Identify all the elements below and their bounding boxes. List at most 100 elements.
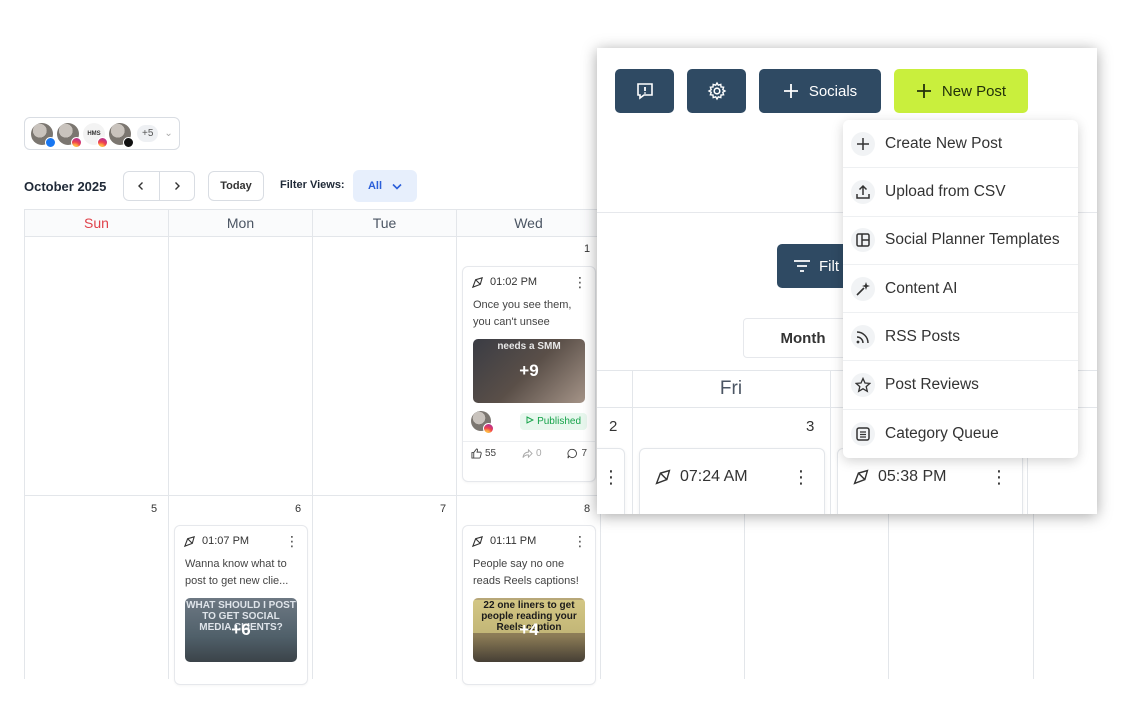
more-vertical-icon[interactable]: ⋮ — [285, 533, 299, 550]
account-selector[interactable]: HMS +5 ⌄ — [24, 117, 180, 150]
menu-item-post-reviews[interactable]: Post Reviews — [843, 361, 1078, 410]
filter-icon — [794, 260, 810, 272]
thumbnail-caption: needs a SMM — [497, 341, 561, 352]
day-number: 7 — [440, 503, 447, 515]
grid-line — [830, 370, 831, 514]
post-type-icon — [183, 535, 195, 547]
status-badge: Published — [520, 412, 587, 430]
post-card[interactable]: 01:11 PM ⋮ People say no one reads Reels… — [462, 525, 596, 685]
media-count: +4 — [519, 620, 539, 639]
new-post-label: New Post — [941, 82, 1007, 100]
more-vertical-icon[interactable]: ⋮ — [573, 274, 587, 291]
menu-item-content-ai[interactable]: Content AI — [843, 265, 1078, 314]
new-post-dropdown: Create New Post Upload from CSV Social P… — [843, 120, 1078, 458]
post-card[interactable]: 07:24 AM ⋮ — [639, 448, 825, 514]
weekday-fri: Fri — [719, 378, 743, 399]
like-icon — [471, 448, 482, 459]
menu-item-upload-from-csv[interactable]: Upload from CSV — [843, 168, 1078, 217]
post-card-partial[interactable]: ⋮ — [597, 448, 625, 514]
add-socials-button[interactable]: Socials — [759, 69, 881, 113]
post-time: 01:02 PM — [490, 276, 538, 288]
grid-line — [24, 237, 25, 679]
zoomed-panel: Socials New Post Filt Month Fri 2 3 ⋮ 07… — [597, 48, 1097, 514]
menu-item-social-planner-templates[interactable]: Social Planner Templates — [843, 217, 1078, 265]
feedback-icon — [636, 83, 653, 100]
menu-item-label: Social Planner Templates — [885, 231, 1060, 249]
post-thumbnail[interactable]: needs a SMM +9 — [473, 339, 585, 403]
post-thumbnail[interactable]: WHAT SHOULD I POST TO GET SOCIAL MEDIA C… — [185, 598, 297, 662]
day-number: 2 — [609, 418, 618, 435]
post-type-icon — [471, 535, 483, 547]
facebook-icon — [45, 136, 56, 148]
menu-item-category-queue[interactable]: Category Queue — [843, 410, 1078, 458]
day-number: 1 — [584, 243, 591, 255]
more-vertical-icon[interactable]: ⋮ — [602, 467, 620, 488]
plus-icon — [916, 84, 931, 98]
post-card[interactable]: 01:02 PM ⋮ Once you see them, you can't … — [462, 266, 596, 482]
likes-stat: 55 — [471, 448, 496, 459]
feedback-button[interactable] — [615, 69, 674, 113]
menu-item-rss-posts[interactable]: RSS Posts — [843, 313, 1078, 362]
star-icon — [851, 373, 875, 398]
filter-button-label: Filt — [819, 257, 839, 275]
post-stats: 55 0 7 — [463, 441, 595, 465]
sparkle-icon — [851, 276, 875, 301]
account-avatar-logo: HMS — [83, 122, 108, 148]
likes-count: 55 — [485, 448, 497, 459]
post-text: Once you see them, you can't unsee them.… — [473, 299, 572, 328]
post-card[interactable]: 01:07 PM ⋮ Wanna know what to post to ge… — [174, 525, 308, 685]
settings-button[interactable] — [687, 69, 746, 113]
plus-icon — [783, 84, 798, 98]
rss-icon — [851, 324, 875, 349]
post-type-icon — [471, 276, 483, 288]
grid-line — [456, 237, 457, 679]
menu-item-label: Category Queue — [885, 424, 999, 442]
post-header: ⋮ — [597, 449, 624, 505]
day-number: 8 — [584, 503, 591, 515]
chevron-right-icon — [174, 182, 180, 190]
more-vertical-icon[interactable]: ⋮ — [792, 467, 810, 488]
prev-month-button[interactable] — [124, 172, 159, 200]
menu-item-label: Create New Post — [885, 134, 1003, 152]
weekday-sun: Sun — [25, 210, 169, 236]
threads-icon — [123, 136, 134, 148]
instagram-icon — [97, 136, 108, 148]
post-time: 01:07 PM — [202, 535, 250, 547]
post-time: 07:24 AM — [680, 468, 748, 485]
new-post-button[interactable]: New Post — [894, 69, 1028, 113]
month-label: October 2025 — [24, 179, 107, 194]
shares-stat: 0 — [522, 448, 542, 459]
chevron-down-icon: ⌄ — [164, 128, 173, 139]
comments-count: 7 — [581, 448, 587, 459]
chevron-down-icon — [392, 183, 402, 190]
post-thumbnail[interactable]: 22 one liners to get people reading your… — [473, 598, 585, 662]
gear-icon — [707, 81, 726, 101]
instagram-icon — [483, 423, 494, 434]
menu-item-label: RSS Posts — [885, 327, 960, 345]
grid-line — [312, 237, 313, 679]
menu-item-label: Content AI — [885, 279, 958, 297]
more-vertical-icon[interactable]: ⋮ — [573, 533, 587, 550]
day-number: 5 — [151, 503, 158, 515]
post-header: 01:02 PM ⋮ — [463, 267, 595, 297]
today-button[interactable]: Today — [208, 171, 264, 201]
post-type-icon — [655, 469, 671, 485]
instagram-icon — [71, 136, 82, 148]
account-avatar-facebook — [31, 122, 56, 148]
plus-icon — [851, 131, 875, 156]
weekday-mon: Mon — [169, 210, 313, 236]
post-text: People say no one reads Reels captions! … — [473, 558, 579, 587]
media-count: +9 — [519, 361, 539, 380]
chevron-left-icon — [138, 182, 144, 190]
grid-line — [168, 237, 169, 679]
menu-item-create-new-post[interactable]: Create New Post — [843, 120, 1078, 169]
filter-views-select[interactable]: All — [353, 170, 417, 202]
status-text: Published — [537, 415, 581, 427]
post-header: 07:24 AM ⋮ — [640, 449, 824, 505]
post-type-icon — [853, 469, 869, 485]
filter-views-value: All — [367, 180, 383, 192]
more-vertical-icon[interactable]: ⋮ — [990, 467, 1008, 488]
socials-label: Socials — [808, 82, 858, 100]
grid-line — [632, 370, 633, 514]
next-month-button[interactable] — [158, 172, 195, 200]
